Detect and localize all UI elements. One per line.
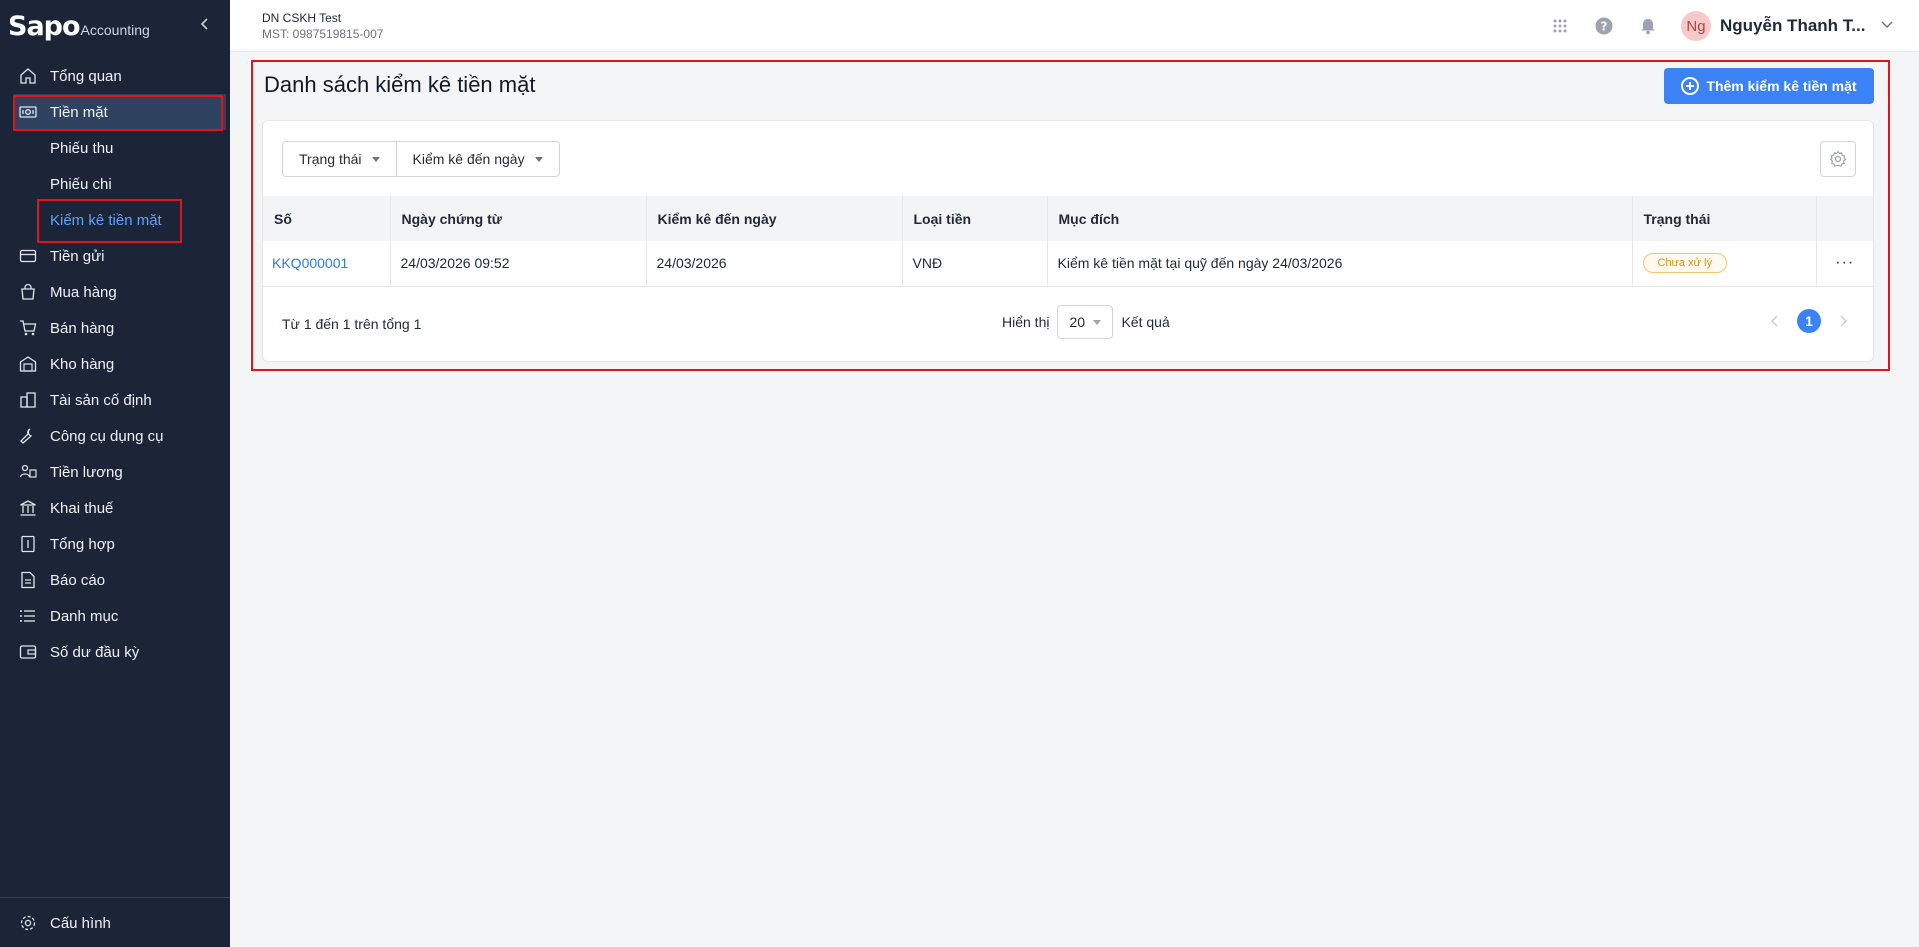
- sidebar-item-label: Tiền mặt: [50, 103, 108, 121]
- sidebar-item-label: Công cụ dụng cụ: [50, 427, 164, 445]
- list-icon: [20, 610, 35, 622]
- svg-text:?: ?: [1601, 20, 1608, 34]
- salary-icon: [19, 464, 37, 478]
- sidebar-item-label: Số dư đầu kỳ: [50, 643, 140, 661]
- sidebar-item-label: Báo cáo: [50, 571, 106, 589]
- shopping-bag-icon: [21, 283, 35, 300]
- company-name: DN CSKH Test: [262, 11, 342, 25]
- sidebar-item-label: Tiền lương: [50, 463, 123, 481]
- sidebar-item-mua-hang[interactable]: Mua hàng: [0, 274, 230, 310]
- logo: Sapo: [8, 10, 81, 42]
- card-icon: [19, 249, 37, 263]
- chevron-down-icon[interactable]: [1880, 17, 1894, 31]
- sidebar-item-khai-thue[interactable]: Khai thuế: [0, 490, 230, 526]
- sidebar-footer: Cấu hình: [0, 897, 230, 947]
- sidebar-item-label: Danh mục: [50, 607, 119, 625]
- sidebar-item-label: Tiền gửi: [50, 247, 105, 265]
- wrench-icon: [20, 428, 33, 444]
- sidebar-item-bao-cao[interactable]: Báo cáo: [0, 562, 230, 598]
- sidebar-item-cong-cu[interactable]: Công cụ dụng cụ: [0, 418, 230, 454]
- sidebar-item-tien-luong[interactable]: Tiền lương: [0, 454, 230, 490]
- sidebar-item-kho-hang[interactable]: Kho hàng: [0, 346, 230, 382]
- cash-icon: [19, 106, 37, 118]
- building-icon: [20, 392, 36, 408]
- sidebar-item-label: Tổng hợp: [50, 535, 115, 553]
- sidebar-item-label: Cấu hình: [50, 914, 111, 932]
- sidebar-item-ban-hang[interactable]: Bán hàng: [0, 310, 230, 346]
- sidebar-subitem-phieu-thu[interactable]: Phiếu thu: [0, 130, 230, 166]
- warehouse-icon: [19, 356, 37, 372]
- sidebar-item-label: Tổng quan: [50, 67, 122, 85]
- highlight-box-content: [251, 60, 1890, 371]
- sidebar-item-cau-hinh[interactable]: Cấu hình: [0, 905, 230, 941]
- gear-icon: [20, 915, 36, 931]
- sidebar-item-label: Mua hàng: [50, 283, 117, 301]
- sidebar-item-danh-muc[interactable]: Danh mục: [0, 598, 230, 634]
- sidebar: Sapo Accounting Tổng quan Tiền mặt Phiếu…: [0, 0, 230, 947]
- summary-icon: [21, 535, 35, 553]
- help-icon[interactable]: ?: [1594, 16, 1614, 36]
- apps-grid-icon[interactable]: [1550, 16, 1570, 36]
- cart-icon: [20, 320, 37, 336]
- wallet-icon: [19, 645, 37, 659]
- sidebar-item-label: Kho hàng: [50, 355, 115, 373]
- bell-icon[interactable]: [1638, 16, 1658, 36]
- sidebar-item-label: Tài sản cố định: [50, 391, 152, 409]
- sidebar-item-tai-san[interactable]: Tài sản cố định: [0, 382, 230, 418]
- sidebar-item-label: Bán hàng: [50, 319, 115, 337]
- logo-subtitle: Accounting: [80, 22, 150, 38]
- company-tax-code: MST: 0987519815-007: [262, 27, 384, 41]
- sidebar-subitem-phieu-chi[interactable]: Phiếu chi: [0, 166, 230, 202]
- sidebar-item-tien-gui[interactable]: Tiền gửi: [0, 238, 230, 274]
- collapse-sidebar-icon[interactable]: [200, 16, 214, 34]
- sidebar-subitem-kiem-ke-tien-mat[interactable]: Kiểm kê tiền mặt: [0, 202, 230, 238]
- report-icon: [21, 571, 35, 589]
- sidebar-item-label: Khai thuế: [50, 499, 114, 517]
- user-name[interactable]: Nguyễn Thanh T...: [1720, 16, 1865, 36]
- sidebar-item-tien-mat[interactable]: Tiền mặt: [14, 94, 226, 130]
- company-info[interactable]: DN CSKH Test MST: 0987519815-007: [262, 11, 383, 41]
- avatar[interactable]: Ng: [1681, 11, 1711, 41]
- top-header: DN CSKH Test MST: 0987519815-007 ? Ng Ng…: [230, 0, 1919, 52]
- brand: Sapo Accounting: [0, 0, 230, 52]
- home-icon: [20, 68, 36, 84]
- bank-icon: [20, 500, 36, 516]
- sidebar-item-so-du[interactable]: Số dư đầu kỳ: [0, 634, 230, 670]
- sidebar-item-tong-hop[interactable]: Tổng hợp: [0, 526, 230, 562]
- sidebar-item-tong-quan[interactable]: Tổng quan: [0, 58, 230, 94]
